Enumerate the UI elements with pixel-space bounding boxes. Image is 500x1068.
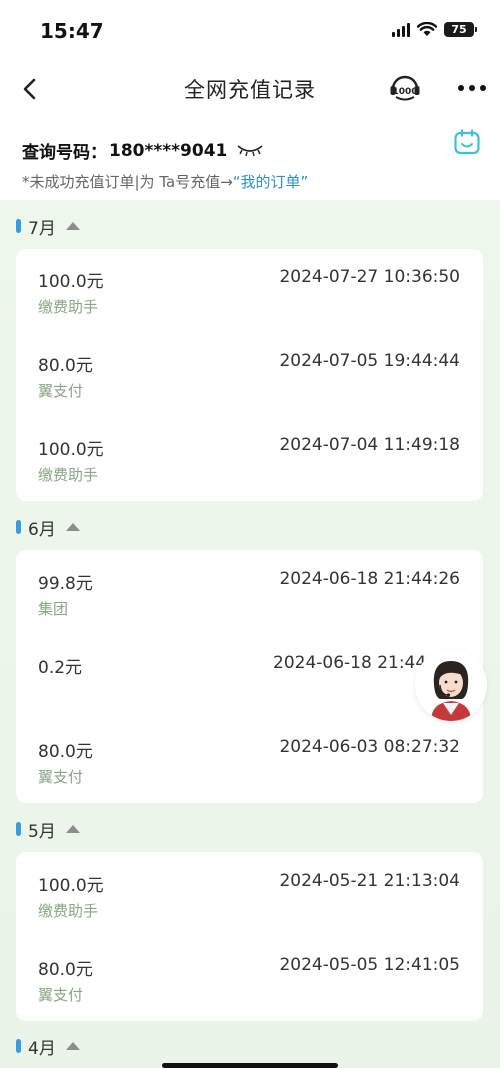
record-datetime: 2024-06-03 08:27:32 [279,737,460,757]
record-datetime: 2024-06-18 21:44:26 [279,569,460,589]
record-datetime: 2024-07-04 11:49:18 [279,435,460,455]
record-channel: 翼支付 [38,768,84,786]
record-datetime: 2024-05-21 21:13:04 [279,871,460,891]
tip-row: *未成功充值订单|为 Ta号充值→ “我的订单” [22,171,308,192]
query-number-row: 查询号码： 180****9041 [22,138,265,163]
record-amount: 80.0元 [38,356,93,376]
tip-text: *未成功充值订单|为 Ta号充值→ [22,173,233,191]
record-amount: 100.0元 [38,876,104,896]
record-amount: 80.0元 [38,742,93,762]
month-header-april[interactable]: 4月 [16,1035,80,1059]
status-bar: 15:47 75 [0,0,500,60]
month-marker [16,219,21,233]
record-amount: 80.0元 [38,960,93,980]
record-item[interactable]: 100.0元 2024-05-21 21:13:04 缴费助手 [16,871,483,931]
headset-10000-icon: 1000 [390,75,420,101]
month-label: 7月 [28,218,56,239]
month-card-may: 100.0元 2024-05-21 21:13:04 缴费助手 80.0元 20… [16,852,483,1021]
month-label: 6月 [28,519,56,540]
query-label: 查询号码： [22,143,107,163]
record-amount: 100.0元 [38,272,104,292]
eye-closed-icon[interactable] [235,142,265,160]
month-label: 5月 [28,821,56,842]
my-orders-link[interactable]: “我的订单” [233,171,309,192]
month-label: 4月 [28,1038,56,1059]
battery-icon: 75 [444,22,477,37]
more-dot [458,85,464,91]
caret-up-icon [65,825,80,833]
query-number: 180****9041 [109,140,228,161]
caret-up-icon [65,222,80,230]
record-channel: 缴费助手 [38,466,99,484]
month-marker [16,822,21,836]
more-dot [480,85,486,91]
record-channel: 翼支付 [38,382,84,400]
record-item[interactable]: 80.0元 2024-05-05 12:41:05 翼支付 [16,955,483,1015]
record-channel: 缴费助手 [38,902,99,920]
calendar-button[interactable] [453,128,481,156]
record-item[interactable]: 80.0元 2024-07-05 19:44:44 翼支付 [16,351,483,411]
status-time: 15:47 [40,19,104,43]
record-datetime: 2024-05-05 12:41:05 [279,955,460,975]
customer-service-avatar[interactable] [415,649,487,721]
home-indicator [162,1063,338,1068]
record-amount: 99.8元 [38,574,93,594]
month-header-may[interactable]: 5月 [16,818,80,842]
signal-icon [392,22,410,37]
month-card-july: 100.0元 2024-07-27 10:36:50 缴费助手 80.0元 20… [16,249,483,501]
record-item[interactable]: 99.8元 2024-06-18 21:44:26 集团 [16,569,483,629]
month-card-june: 99.8元 2024-06-18 21:44:26 集团 0.2元 2024-0… [16,550,483,803]
more-button[interactable] [455,76,489,100]
record-item[interactable]: 80.0元 2024-06-03 08:27:32 翼支付 [16,737,483,797]
status-icons: 75 [392,22,477,37]
month-header-june[interactable]: 6月 [16,516,80,540]
svg-text:1000: 1000 [392,87,417,97]
wifi-icon [417,22,437,37]
month-marker [16,1039,21,1053]
record-channel: 集团 [38,600,69,618]
record-amount: 0.2元 [38,658,83,678]
nav-bar: 全网充值记录 1000 [0,64,500,114]
caret-up-icon [65,523,80,531]
record-item[interactable]: 100.0元 2024-07-27 10:36:50 缴费助手 [16,267,483,327]
record-datetime: 2024-06-18 21:44 [273,653,427,673]
record-channel: 翼支付 [38,986,84,1004]
record-amount: 100.0元 [38,440,104,460]
page-title: 全网充值记录 [184,78,316,102]
hotline-button[interactable]: 1000 [388,72,422,104]
month-header-july[interactable]: 7月 [16,215,80,239]
record-item[interactable]: 100.0元 2024-07-04 11:49:18 缴费助手 [16,435,483,495]
record-item[interactable]: 0.2元 2024-06-18 21:44 [16,653,483,713]
more-dot [469,85,475,91]
record-datetime: 2024-07-27 10:36:50 [279,267,460,287]
month-marker [16,520,21,534]
caret-up-icon [65,1042,80,1050]
record-channel: 缴费助手 [38,298,99,316]
calendar-icon [454,129,480,155]
record-datetime: 2024-07-05 19:44:44 [279,351,460,371]
service-agent-icon [415,649,487,721]
